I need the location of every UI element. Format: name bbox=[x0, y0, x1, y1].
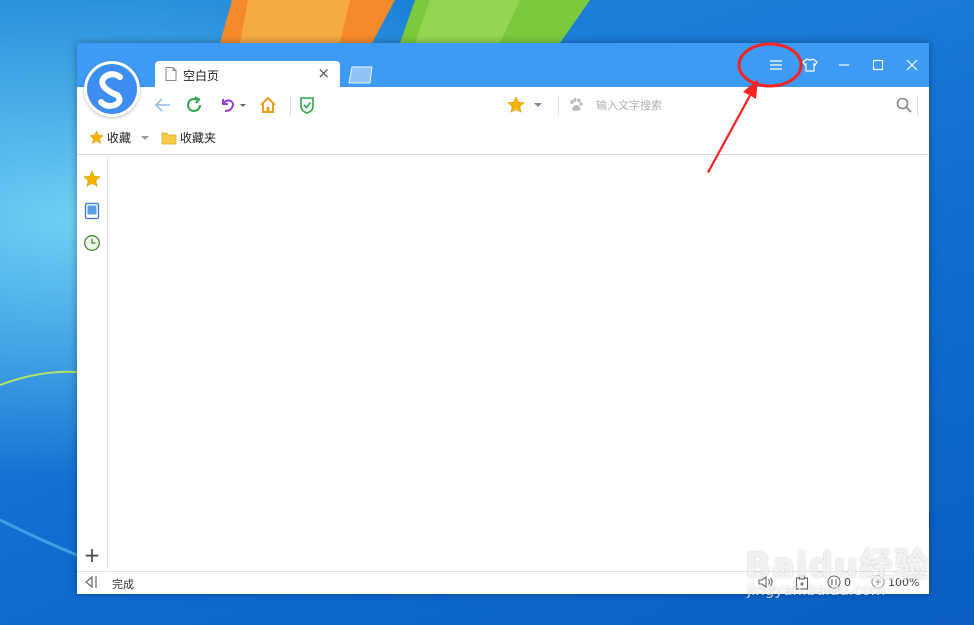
maximize-icon bbox=[872, 59, 884, 71]
tab-blank-page[interactable]: 空白页 × bbox=[155, 61, 340, 88]
menu-icon bbox=[770, 60, 782, 70]
tab-title: 空白页 bbox=[183, 69, 220, 83]
skin-button[interactable] bbox=[793, 51, 827, 79]
folder-label: 收藏夹 bbox=[180, 131, 217, 145]
back-button[interactable] bbox=[151, 94, 173, 116]
add-favorite-button[interactable] bbox=[505, 94, 527, 116]
browser-window: 空白页 × 输入文字搜索 收藏 收藏夹 + 完成 0 100% bbox=[77, 43, 929, 594]
close-icon bbox=[906, 59, 918, 71]
sound-button[interactable] bbox=[758, 575, 774, 589]
home-icon bbox=[260, 96, 276, 113]
screenshot-button[interactable] bbox=[795, 575, 809, 590]
back-arrow-icon bbox=[154, 98, 170, 112]
refresh-button[interactable] bbox=[183, 94, 205, 116]
sidebar-device-button[interactable] bbox=[82, 201, 102, 221]
sogou-logo bbox=[84, 61, 140, 117]
collapse-sidebar-icon bbox=[85, 575, 97, 589]
download-count: 0 bbox=[844, 575, 851, 589]
minimize-button[interactable] bbox=[827, 51, 861, 79]
search-icon bbox=[896, 97, 912, 113]
search-engine-selector[interactable] bbox=[565, 94, 587, 116]
download-icon bbox=[827, 575, 841, 589]
title-bar: 空白页 × bbox=[77, 43, 929, 88]
toolbar-divider bbox=[558, 95, 559, 115]
baidu-paw-icon bbox=[570, 98, 583, 111]
shield-check-icon bbox=[300, 97, 314, 114]
undo-close-tab-button[interactable] bbox=[217, 94, 249, 116]
home-button[interactable] bbox=[257, 94, 279, 116]
toggle-sidebar-button[interactable] bbox=[83, 575, 99, 589]
toolbar-divider bbox=[290, 95, 291, 115]
menu-button[interactable] bbox=[759, 51, 793, 79]
undo-icon bbox=[222, 99, 246, 112]
tablet-icon bbox=[84, 202, 100, 220]
sidebar: + bbox=[77, 155, 108, 571]
bookmarks-bar: 收藏 收藏夹 bbox=[77, 121, 929, 155]
tab-close-icon[interactable]: × bbox=[317, 64, 330, 82]
page-content-area[interactable] bbox=[108, 155, 929, 571]
speaker-icon bbox=[758, 575, 773, 589]
skin-icon bbox=[802, 58, 818, 72]
new-tab-button[interactable] bbox=[347, 66, 375, 87]
maximize-button[interactable] bbox=[861, 51, 895, 79]
toolbar-divider bbox=[917, 95, 918, 115]
star-icon bbox=[83, 170, 101, 187]
sidebar-history-button[interactable] bbox=[82, 233, 102, 253]
sidebar-add-button[interactable]: + bbox=[82, 543, 102, 567]
zoom-level: 100% bbox=[888, 575, 920, 589]
refresh-icon bbox=[187, 96, 201, 112]
history-clock-icon bbox=[84, 235, 100, 251]
favorites-menu-button[interactable]: 收藏 bbox=[89, 129, 150, 146]
chevron-down-icon bbox=[141, 135, 150, 140]
sidebar-favorites-button[interactable] bbox=[82, 169, 102, 189]
page-icon bbox=[165, 67, 177, 84]
zoom-button[interactable]: 100% bbox=[871, 575, 919, 589]
security-shield-button[interactable] bbox=[296, 94, 318, 116]
download-manager-button[interactable]: 0 bbox=[827, 575, 851, 589]
clipboard-icon bbox=[795, 575, 809, 590]
close-window-button[interactable] bbox=[895, 51, 929, 79]
chevron-down-icon bbox=[534, 103, 542, 107]
navigation-toolbar bbox=[77, 87, 929, 122]
favorites-label: 收藏 bbox=[107, 131, 132, 145]
folder-icon bbox=[161, 132, 177, 144]
star-icon bbox=[507, 96, 525, 113]
minimize-icon bbox=[839, 64, 849, 66]
search-button[interactable] bbox=[893, 94, 915, 116]
status-text: 完成 bbox=[112, 578, 134, 591]
favorite-dropdown-button[interactable] bbox=[531, 94, 545, 116]
search-input[interactable] bbox=[594, 95, 888, 115]
zoom-in-icon bbox=[871, 575, 885, 589]
star-icon bbox=[89, 130, 104, 145]
status-bar: 完成 0 100% bbox=[77, 571, 929, 594]
bookmark-folder-favorites[interactable]: 收藏夹 bbox=[161, 129, 216, 146]
